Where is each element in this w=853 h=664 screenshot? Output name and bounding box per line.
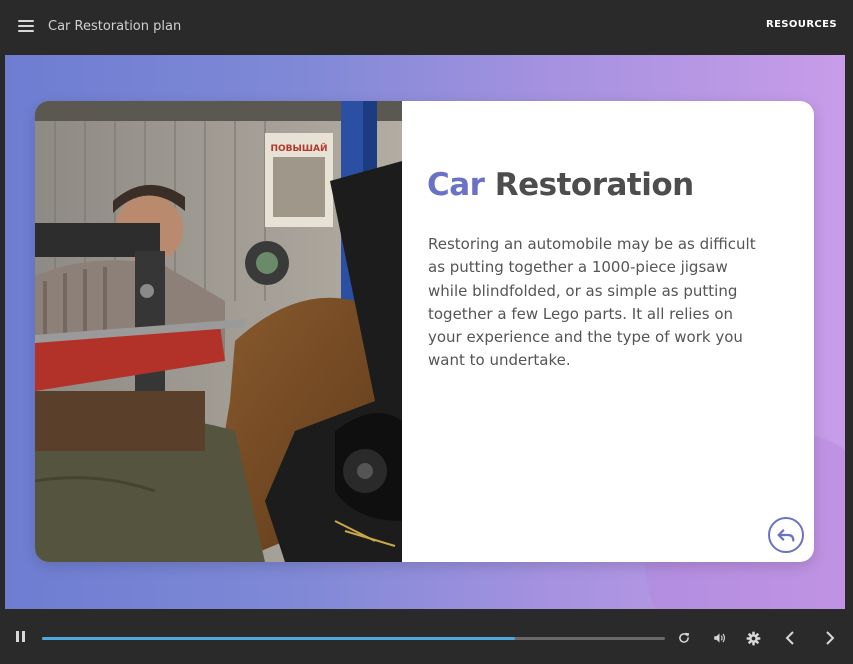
progress-bar[interactable] [42,637,665,640]
replay-icon [679,632,690,643]
menu-icon[interactable] [18,20,34,32]
text-panel: Car Restoration Restoring an automobile … [402,101,814,562]
progress-fill [42,637,516,640]
poster-text: ПОВЫШАЙ [271,142,328,154]
slide-body-text: Restoring an automobile may be as diffic… [428,235,756,370]
slide-stage: ПОВЫШАЙ Car Restoration Restoring an aut… [5,55,845,609]
heading-main-word: Restoration [494,167,694,203]
car-restoration-photo: ПОВЫШАЙ [35,101,402,562]
player-controls [0,612,853,664]
volume-icon [713,633,725,643]
settings-button[interactable] [745,630,761,646]
slide-heading: Car Restoration [427,167,694,203]
pause-icon [14,629,26,647]
heading-accent-word: Car [427,167,485,203]
pause-button[interactable] [12,630,28,646]
back-button[interactable] [768,517,804,553]
next-button[interactable] [822,630,838,646]
top-bar: Car Restoration plan RESOURCES [0,0,853,52]
back-arrow-icon [777,529,795,542]
player-app: Car Restoration plan RESOURCES ПОВЫШАЙ C… [0,0,853,664]
resources-button[interactable]: RESOURCES [766,19,837,30]
gear-icon [746,631,760,645]
volume-button[interactable] [711,630,727,646]
content-card: ПОВЫШАЙ Car Restoration Restoring an aut… [35,101,814,562]
course-title: Car Restoration plan [48,18,182,34]
replay-button[interactable] [676,630,692,646]
chevron-right-icon [826,631,835,645]
previous-button[interactable] [782,630,798,646]
chevron-left-icon [785,631,794,645]
